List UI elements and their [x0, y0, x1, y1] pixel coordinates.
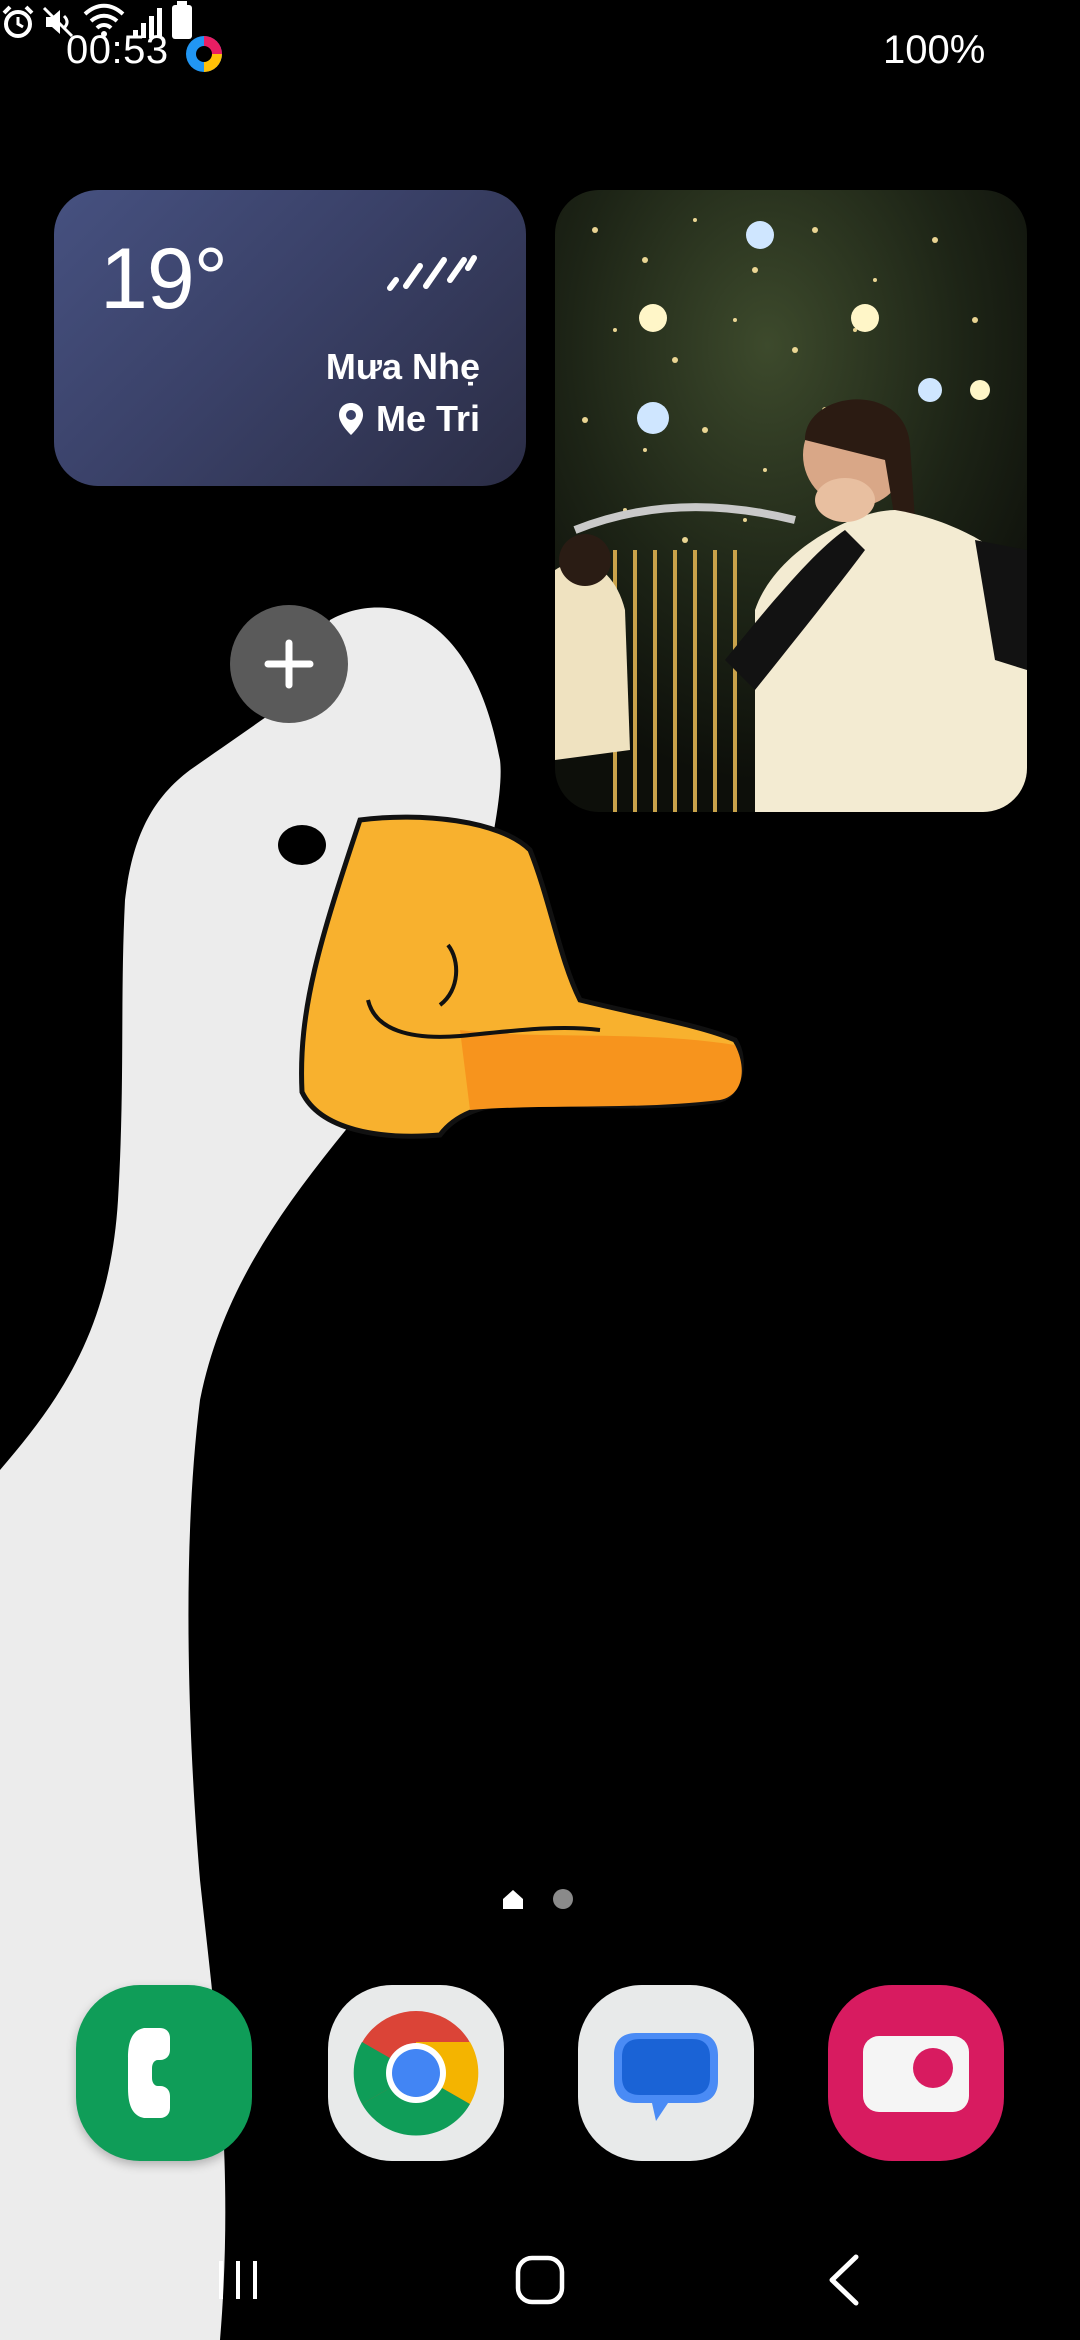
camera-app[interactable] [828, 1985, 1004, 2161]
weather-temperature: 19° [100, 231, 228, 327]
home-icon [515, 2255, 565, 2305]
photo-image [555, 190, 1027, 812]
back-button[interactable] [804, 2240, 884, 2320]
weather-location: Me Tri [375, 398, 480, 439]
phone-app[interactable] [76, 1985, 252, 2161]
alarm-icon [2, 5, 34, 38]
page-dot-icon[interactable] [552, 1888, 574, 1910]
recents-icon [219, 2261, 257, 2299]
app-notification-icon [186, 36, 222, 72]
add-button[interactable] [230, 605, 348, 723]
home-button[interactable] [500, 2240, 580, 2320]
battery-percentage: 100% [883, 28, 986, 72]
weather-condition: Mưa Nhẹ [325, 346, 480, 387]
status-time: 00:53 [66, 28, 169, 72]
page-indicators [500, 1884, 600, 1914]
status-bar: 00:53 100% [0, 0, 1080, 110]
camera-icon [863, 2036, 969, 2112]
home-page-icon[interactable] [502, 1888, 524, 1910]
back-icon [829, 2254, 859, 2306]
weather-location-row: Me Tri [338, 398, 480, 440]
plus-icon [264, 639, 314, 689]
messages-app[interactable] [578, 1985, 754, 2161]
chrome-icon [353, 2011, 479, 2136]
phone-icon [128, 2028, 170, 2118]
weather-widget[interactable]: 19° Mưa Nhẹ Me Tri [54, 190, 526, 486]
recents-button[interactable] [198, 2240, 278, 2320]
photo-widget[interactable] [555, 190, 1027, 812]
rain-icon [387, 255, 477, 291]
location-pin-icon [338, 403, 363, 435]
chrome-app[interactable] [328, 1985, 504, 2161]
navigation-bar [0, 2220, 1080, 2340]
dock [0, 1975, 1080, 2165]
messages-icon [614, 2033, 718, 2121]
